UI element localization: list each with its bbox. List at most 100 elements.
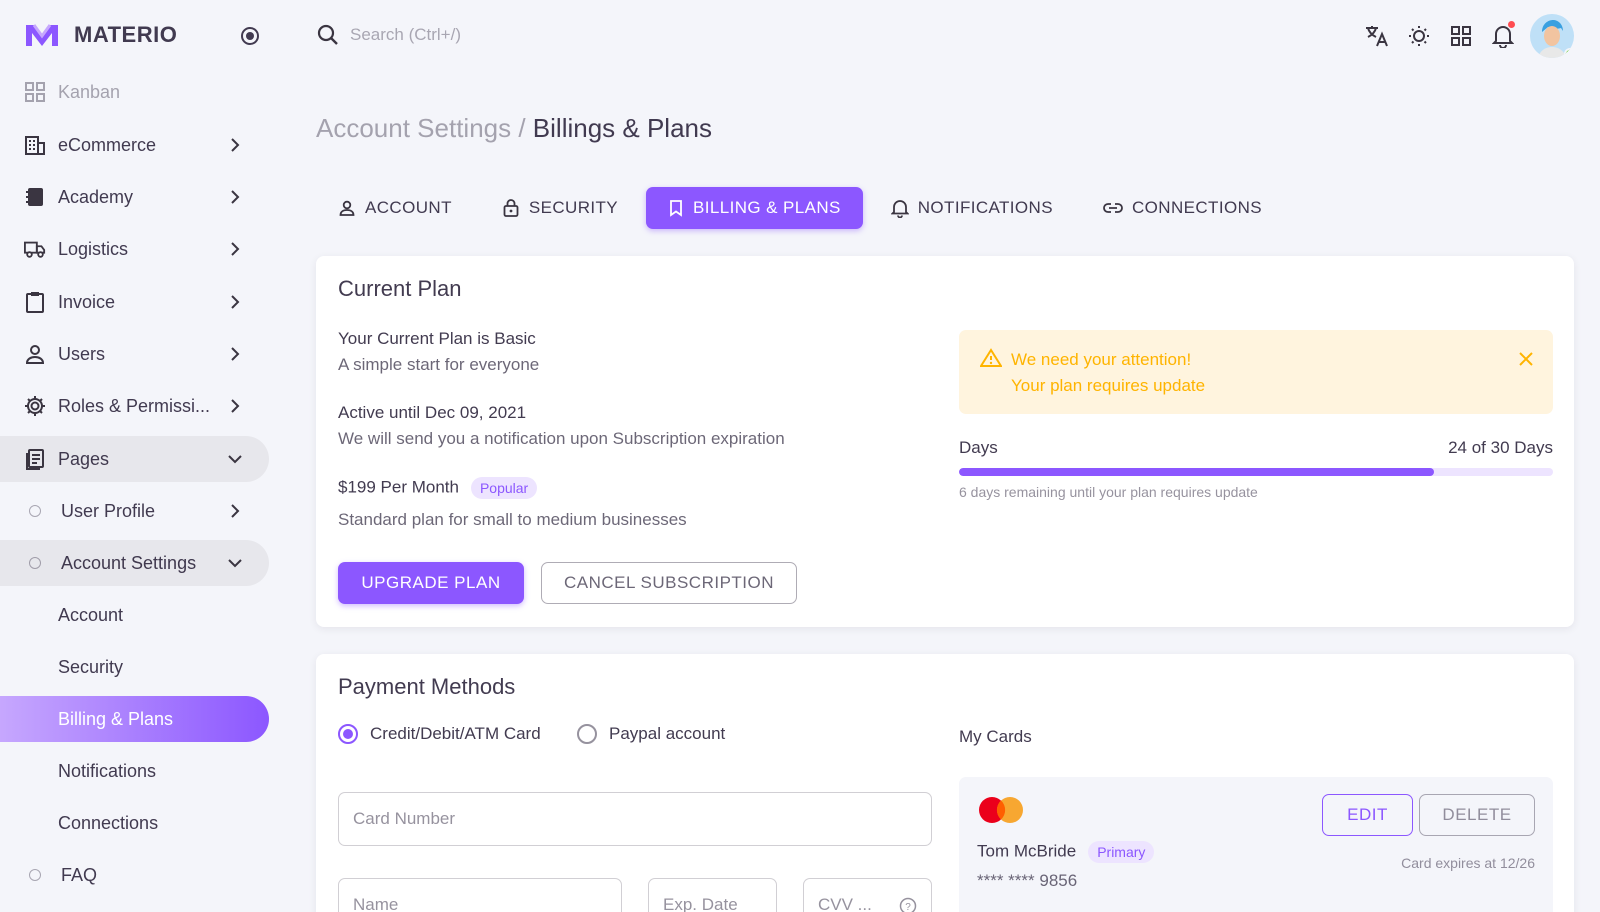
edit-card-button[interactable]: Edit: [1322, 794, 1413, 836]
plan-description: A simple start for everyone: [338, 355, 540, 374]
close-icon[interactable]: [1519, 352, 1533, 366]
page-title: Billings & Plans: [532, 113, 712, 143]
sidebar-item-label: eCommerce: [58, 134, 157, 155]
sidebar-subitem-security[interactable]: Security: [0, 644, 269, 690]
translate-icon[interactable]: [1356, 15, 1398, 57]
active-until-description: We will send you a notification upon Sub…: [338, 429, 785, 448]
payment-methods-card: Payment Methods Credit/Debit/ATM Card Pa…: [316, 654, 1574, 912]
plan-heading: Your Current Plan is Basic: [338, 329, 536, 348]
chevron-right-icon: [225, 501, 245, 521]
saved-card: Edit Delete Tom McBride Primary **** ****…: [959, 777, 1553, 912]
search-input[interactable]: Search (Ctrl+/): [350, 25, 461, 45]
cvv-field[interactable]: CVV ... ?: [803, 878, 932, 912]
help-circle-icon[interactable]: ?: [899, 897, 917, 912]
sidebar: MATERIO Kanban eCommerce Academy Logisti…: [0, 0, 270, 912]
sidebar-item-label: Users: [58, 343, 106, 364]
card-number-field[interactable]: Card Number: [338, 792, 932, 846]
sidebar-item-account-settings[interactable]: Account Settings: [0, 540, 269, 586]
sidebar-item-kanban[interactable]: Kanban: [0, 69, 269, 115]
alert-text: Your plan requires update: [1011, 376, 1206, 395]
radio-paypal[interactable]: Paypal account: [577, 724, 725, 744]
tab-label: Security: [528, 198, 619, 217]
sidebar-item-roles[interactable]: Roles & Permissi...: [0, 383, 269, 429]
sidebar-item-label: User Profile: [61, 500, 156, 521]
name-field[interactable]: Name: [338, 878, 622, 912]
cancel-subscription-button[interactable]: Cancel Subscription: [541, 562, 797, 604]
breadcrumb-parent[interactable]: Account Settings /: [316, 113, 526, 143]
sidebar-item-pages[interactable]: Pages: [0, 436, 269, 482]
card-number: **** **** 9856: [977, 871, 1078, 890]
user-icon: [24, 343, 46, 365]
sidebar-item-label: FAQ: [61, 864, 98, 885]
mastercard-logo-icon: [979, 797, 1023, 823]
card-expiry: Card expires at 12/26: [1401, 855, 1535, 871]
sidebar-subitem-connections[interactable]: Connections: [0, 800, 269, 846]
tab-notifications[interactable]: Notifications: [869, 187, 1075, 229]
sidebar-item-invoice[interactable]: Invoice: [0, 279, 269, 325]
settings-tabs: Account Security Billing & Plans Notific…: [316, 187, 1290, 229]
radio-label: Paypal account: [609, 724, 726, 743]
radio-credit-card[interactable]: Credit/Debit/ATM Card: [338, 724, 541, 744]
theme-sun-icon[interactable]: [1398, 15, 1440, 57]
breadcrumb: Account Settings / Billings & Plans: [316, 113, 712, 144]
days-label: Days: [959, 438, 998, 457]
search-bar[interactable]: Search (Ctrl+/): [316, 23, 461, 47]
lock-icon: [503, 199, 519, 217]
sidebar-subitem-billing[interactable]: Billing & Plans: [0, 696, 269, 742]
cvv-placeholder: CVV ...: [818, 895, 872, 912]
tab-billing[interactable]: Billing & Plans: [646, 187, 863, 229]
tab-account[interactable]: Account: [316, 187, 474, 229]
popular-badge: Popular: [470, 477, 538, 499]
tab-label: Notifications: [917, 198, 1053, 217]
days-progress-fill: [959, 468, 1435, 476]
tab-security[interactable]: Security: [480, 187, 640, 229]
days-value: 24 of 30 Days: [1448, 438, 1553, 457]
days-progress-bar: [959, 468, 1553, 476]
chevron-down-icon: [225, 449, 245, 469]
attention-alert: We need your attention! Your plan requir…: [959, 330, 1553, 414]
tab-label: Billing & Plans: [693, 198, 841, 217]
circle-icon: [29, 557, 41, 569]
materio-logo-icon: [26, 24, 58, 46]
price-description: Standard plan for small to medium busine…: [338, 510, 687, 529]
tab-connections[interactable]: Connections: [1081, 187, 1284, 229]
card-title: Current Plan: [338, 276, 462, 301]
sidebar-item-user-profile[interactable]: User Profile: [0, 488, 269, 534]
sidebar-item-users[interactable]: Users: [0, 331, 269, 377]
circle-icon: [29, 869, 41, 881]
current-plan-card: Current Plan Your Current Plan is Basic …: [316, 256, 1574, 627]
search-icon: [316, 23, 340, 47]
topbar-actions: [1356, 14, 1574, 58]
sidebar-pin-icon[interactable]: [239, 25, 261, 47]
sidebar-item-label: Pages: [58, 448, 110, 469]
svg-text:?: ?: [905, 902, 911, 912]
sidebar-item-label: Roles & Permissi...: [58, 395, 211, 416]
alert-title: We need your attention!: [1011, 350, 1192, 369]
link-icon: [1103, 203, 1123, 213]
card-holder-name: Tom McBride: [977, 841, 1077, 861]
brand-name: MATERIO: [74, 22, 178, 47]
card-holder: Tom McBride Primary: [977, 841, 1155, 863]
sidebar-subitem-account[interactable]: Account: [0, 592, 269, 638]
chevron-right-icon: [225, 344, 245, 364]
my-cards-label: My Cards: [959, 727, 1032, 746]
card-title: Payment Methods: [338, 674, 516, 699]
sidebar-item-faq[interactable]: FAQ: [0, 852, 269, 898]
chevron-right-icon: [225, 396, 245, 416]
sidebar-item-logistics[interactable]: Logistics: [0, 226, 269, 272]
sidebar-item-ecommerce[interactable]: eCommerce: [0, 122, 269, 168]
sidebar-item-academy[interactable]: Academy: [0, 174, 269, 220]
notification-bell-icon[interactable]: [1482, 15, 1524, 57]
chevron-right-icon: [225, 292, 245, 312]
price-heading: $199 Per Month Popular: [338, 477, 538, 499]
shortcuts-grid-icon[interactable]: [1440, 15, 1482, 57]
avatar[interactable]: [1530, 14, 1574, 58]
chevron-down-icon: [225, 553, 245, 573]
exp-date-field[interactable]: Exp. Date: [648, 878, 777, 912]
sidebar-subitem-notifications[interactable]: Notifications: [0, 748, 269, 794]
days-note: 6 days remaining until your plan require…: [959, 484, 1258, 500]
brand[interactable]: MATERIO: [24, 22, 177, 48]
delete-card-button[interactable]: Delete: [1419, 794, 1535, 836]
circle-icon: [29, 505, 41, 517]
upgrade-plan-button[interactable]: Upgrade Plan: [338, 562, 524, 604]
